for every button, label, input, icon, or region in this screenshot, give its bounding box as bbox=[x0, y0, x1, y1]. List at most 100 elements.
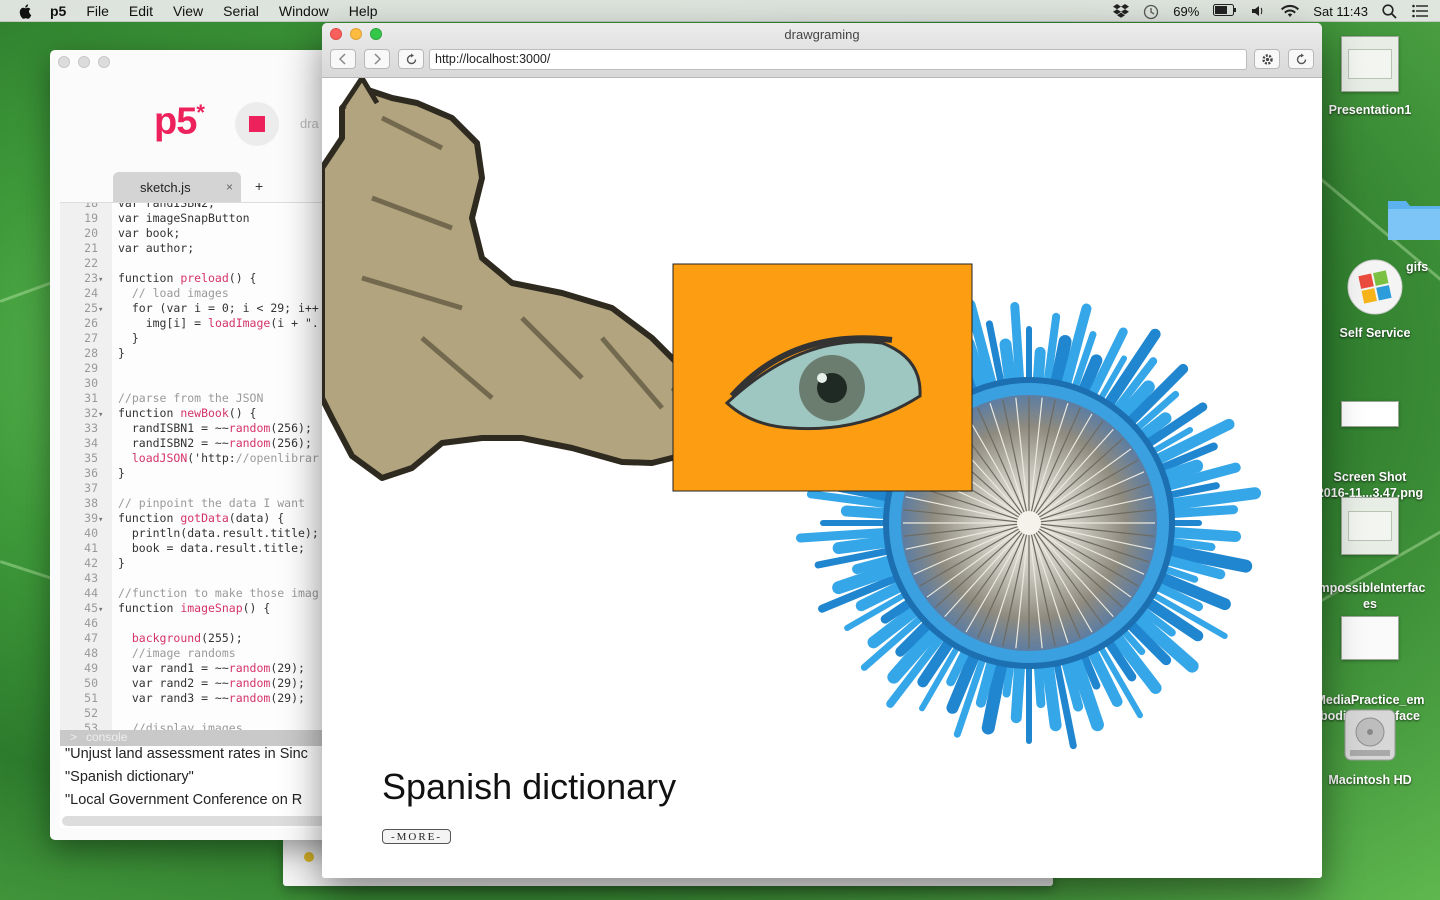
spotlight-search-icon[interactable] bbox=[1382, 4, 1398, 19]
settings-button[interactable] bbox=[1254, 49, 1280, 69]
back-button[interactable] bbox=[330, 49, 356, 69]
code-line[interactable]: 31 //parse from the JSON bbox=[60, 391, 350, 406]
forward-button[interactable] bbox=[364, 49, 390, 69]
collage-image bbox=[322, 78, 1262, 750]
line-number: 40 bbox=[84, 526, 98, 540]
code-text: loadJSON('http://openlibrar bbox=[131, 451, 319, 465]
add-tab-button[interactable]: + bbox=[255, 178, 263, 194]
console-line: "Unjust land assessment rates in Sinc bbox=[65, 746, 308, 762]
code-line[interactable]: 23▾ function preload() { bbox=[60, 271, 350, 286]
console-header[interactable]: > console bbox=[60, 730, 350, 746]
line-number: 22 bbox=[84, 256, 98, 270]
code-text: for (var i = 0; i < 29; i++ bbox=[118, 301, 319, 315]
browser-window[interactable]: drawgraming http://localhost:3000/ Spani… bbox=[322, 23, 1322, 878]
browser-window-title: drawgraming bbox=[784, 27, 860, 42]
menu-clock[interactable]: Sat 11:43 bbox=[1313, 4, 1368, 19]
code-line[interactable]: 32▾ function newBook() { bbox=[60, 406, 350, 421]
code-editor[interactable]: 18 var randISBN2; 19 var imageSnapButton 20 v… bbox=[60, 202, 350, 732]
wifi-icon[interactable] bbox=[1281, 4, 1300, 18]
menu-help[interactable]: Help bbox=[349, 3, 378, 19]
dropbox-icon[interactable] bbox=[1113, 4, 1130, 18]
stop-button[interactable] bbox=[235, 102, 279, 146]
menu-serial[interactable]: Serial bbox=[223, 3, 259, 19]
battery-percent: 69% bbox=[1173, 3, 1200, 19]
code-text: book = data.result.title; bbox=[118, 541, 305, 555]
code-line[interactable]: 35 loadJSON('http://openlibrar bbox=[60, 451, 350, 466]
editor-tab-bar: sketch.js × + bbox=[50, 172, 350, 202]
code-line[interactable]: 39▾ function gotData(data) { bbox=[60, 511, 350, 526]
apple-icon[interactable] bbox=[18, 3, 36, 19]
code-line[interactable]: 26 img[i] = loadImage(i + ". bbox=[60, 316, 350, 331]
desktop-icon-label: Presentation1 bbox=[1328, 103, 1412, 117]
code-line[interactable]: 21 var author; bbox=[60, 241, 350, 256]
notification-center-icon[interactable] bbox=[1412, 4, 1428, 18]
code-line[interactable]: 44 //function to make those imag bbox=[60, 586, 350, 601]
refresh-button[interactable] bbox=[1288, 49, 1314, 69]
desktop-icon-presentation1[interactable]: Presentation1 bbox=[1318, 36, 1422, 118]
tab-sketch-js[interactable]: sketch.js × bbox=[113, 172, 241, 202]
url-bar[interactable]: http://localhost:3000/ bbox=[429, 49, 1247, 70]
menu-app-p5[interactable]: p5 bbox=[50, 3, 66, 19]
code-line[interactable]: 18 var randISBN2; bbox=[60, 203, 350, 211]
menu-window[interactable]: Window bbox=[279, 3, 329, 19]
line-number: 42 bbox=[84, 556, 98, 570]
code-text: } bbox=[118, 556, 125, 570]
console-toggle-icon[interactable]: > bbox=[70, 730, 77, 744]
code-line[interactable]: 52 bbox=[60, 706, 350, 721]
volume-icon[interactable] bbox=[1251, 4, 1267, 18]
code-line[interactable]: 29 bbox=[60, 361, 350, 376]
desktop-icon-self-service[interactable]: Self Service bbox=[1322, 258, 1428, 341]
code-line[interactable]: 20 var book; bbox=[60, 226, 350, 241]
menu-edit[interactable]: Edit bbox=[129, 3, 153, 19]
code-line[interactable]: 50 var rand2 = ~~random(29); bbox=[60, 676, 350, 691]
code-line[interactable]: 33 randISBN1 = ~~random(256); bbox=[60, 421, 350, 436]
desktop-icon-label: Macintosh HD bbox=[1328, 773, 1412, 787]
reload-button[interactable] bbox=[398, 49, 424, 69]
desktop-icon-macintosh-hd[interactable]: Macintosh HD bbox=[1318, 704, 1422, 788]
code-line[interactable]: 28} bbox=[60, 346, 350, 361]
code-line[interactable]: 49 var rand1 = ~~random(29); bbox=[60, 661, 350, 676]
code-text: //parse from the JSON bbox=[118, 391, 264, 405]
folder-icon bbox=[1386, 195, 1440, 241]
close-tab-icon[interactable]: × bbox=[226, 180, 233, 194]
code-line[interactable]: 43 bbox=[60, 571, 350, 586]
line-number: 46 bbox=[84, 616, 98, 630]
time-machine-icon[interactable] bbox=[1143, 4, 1159, 20]
close-window-icon[interactable] bbox=[58, 56, 70, 68]
code-line[interactable]: 25▾ for (var i = 0; i < 29; i++ bbox=[60, 301, 350, 316]
zoom-window-icon[interactable] bbox=[98, 56, 110, 68]
menu-file[interactable]: File bbox=[86, 3, 109, 19]
sketch-canvas[interactable]: Spanish dictionary -MORE- bbox=[322, 78, 1322, 878]
line-number: 31 bbox=[84, 391, 98, 405]
code-line[interactable]: 27 } bbox=[60, 331, 350, 346]
code-line[interactable]: 22 bbox=[60, 256, 350, 271]
chevron-right-icon bbox=[374, 53, 382, 65]
more-button[interactable]: -MORE- bbox=[382, 829, 451, 844]
code-line[interactable]: 45▾ function imageSnap() { bbox=[60, 601, 350, 616]
code-line[interactable]: 36} bbox=[60, 466, 350, 481]
menu-view[interactable]: View bbox=[173, 3, 203, 19]
p5-logo: p5* bbox=[154, 100, 205, 143]
code-line[interactable]: 42} bbox=[60, 556, 350, 571]
code-line[interactable]: 24 // load images bbox=[60, 286, 350, 301]
code-line[interactable]: 30 bbox=[60, 376, 350, 391]
code-line[interactable]: 48 //image randoms bbox=[60, 646, 350, 661]
code-text: var book; bbox=[118, 226, 181, 240]
code-line[interactable]: 34 randISBN2 = ~~random(256); bbox=[60, 436, 350, 451]
battery-icon[interactable] bbox=[1213, 4, 1237, 18]
code-line[interactable]: 40 println(data.result.title); bbox=[60, 526, 350, 541]
code-line[interactable]: 51 var rand3 = ~~random(29); bbox=[60, 691, 350, 706]
code-line[interactable]: 47 background(255); bbox=[60, 631, 350, 646]
code-line[interactable]: 38 // pinpoint the data I want bbox=[60, 496, 350, 511]
minimize-window-icon[interactable] bbox=[78, 56, 90, 68]
code-line[interactable]: 46 bbox=[60, 616, 350, 631]
p5-editor-window[interactable]: p5* dra sketch.js × + 18 var randISBN2; 19… bbox=[50, 50, 350, 840]
code-line[interactable]: 37 bbox=[60, 481, 350, 496]
chevron-left-icon bbox=[338, 53, 346, 65]
code-line[interactable]: 19 var imageSnapButton bbox=[60, 211, 350, 226]
console-scrollbar[interactable] bbox=[62, 816, 350, 826]
code-line[interactable]: 41 book = data.result.title; bbox=[60, 541, 350, 556]
line-number: 20 bbox=[84, 226, 98, 240]
desktop-icon-gifs[interactable]: gifs bbox=[1386, 195, 1440, 274]
console-label: console bbox=[86, 730, 128, 744]
